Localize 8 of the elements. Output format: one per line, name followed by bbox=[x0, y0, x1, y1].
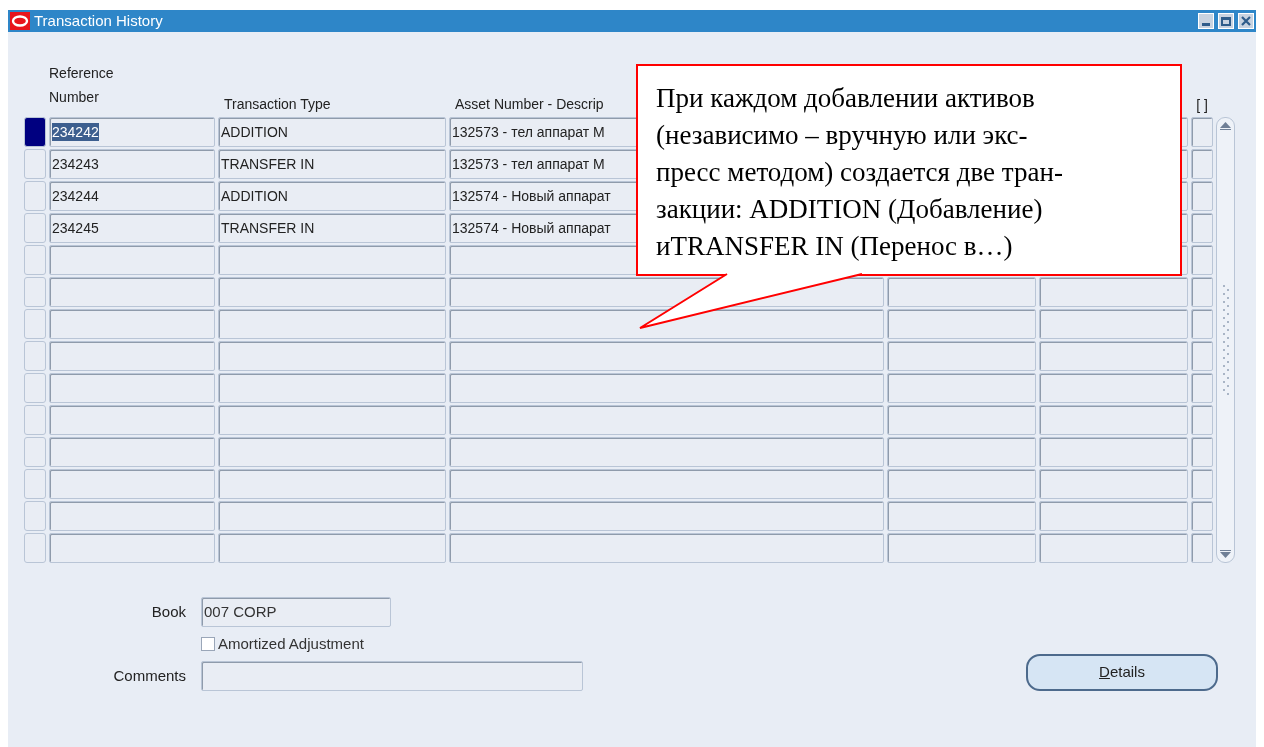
column-header: Asset Number - Descrip bbox=[455, 96, 604, 112]
window-title: Transaction History bbox=[34, 12, 163, 30]
callout-text: При каждом добавлении активов (независимо – вручную или экс- пресс методом) создается две тран- закции: ADDITION (Добавление) иTRANSFER IN (Перенос в…) bbox=[656, 82, 1064, 263]
column-header: [ ] bbox=[1196, 96, 1208, 115]
field-label: Comments bbox=[113, 666, 186, 686]
field-label: Book bbox=[151, 602, 186, 622]
column-header: Transaction Type bbox=[224, 96, 331, 112]
column-header: Reference Number bbox=[49, 64, 115, 107]
